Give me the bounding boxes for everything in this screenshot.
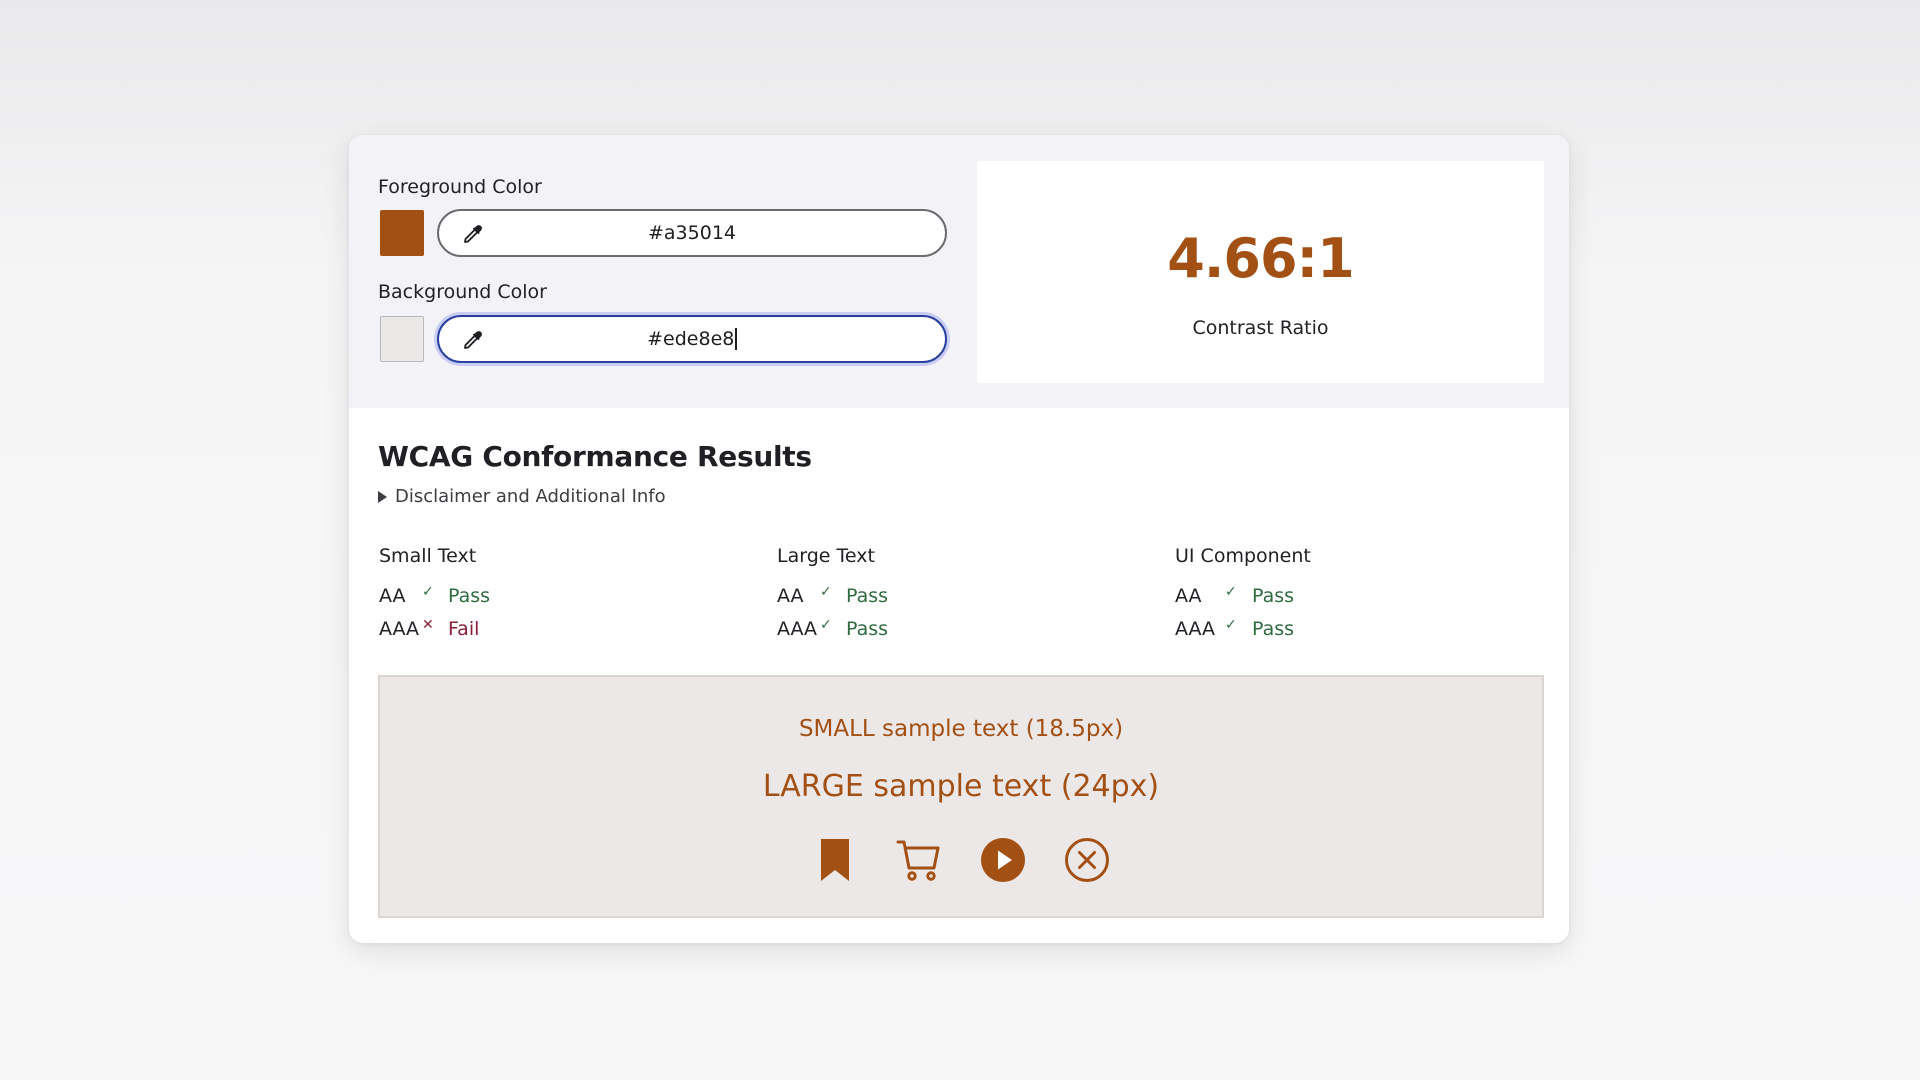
level-label: AA [379, 585, 406, 607]
result-status: Pass [448, 585, 491, 607]
foreground-hex-value: #a35014 [647, 222, 736, 244]
contrast-ratio-caption: Contrast Ratio [1192, 317, 1329, 339]
color-inputs-panel: Foreground Color #a35014 Background Colo… [349, 135, 1569, 408]
sample-preview: SMALL sample text (18.5px) LARGE sample … [378, 675, 1544, 918]
background-hex-value: #ede8e8 [647, 328, 735, 350]
column-heading: Small Text [379, 545, 477, 567]
column-heading: UI Component [1175, 545, 1311, 567]
foreground-swatch[interactable] [380, 210, 424, 256]
results-column-large-text: Large Text AA ✓ Pass AAA ✓ Pass [777, 545, 1157, 651]
large-sample-text: LARGE sample text (24px) [762, 769, 1160, 804]
level-label: AA [1175, 585, 1202, 607]
disclaimer-toggle[interactable]: Disclaimer and Additional Info [378, 486, 666, 507]
result-row: AAA ✕ Fail [379, 617, 759, 651]
result-status: Pass [1252, 618, 1295, 640]
result-status: Fail [448, 618, 480, 640]
check-icon: ✓ [1225, 584, 1237, 600]
foreground-label: Foreground Color [378, 176, 542, 198]
contrast-ratio-box: 4.66:1 Contrast Ratio [977, 161, 1544, 383]
level-label: AAA [777, 618, 818, 640]
result-row: AAA ✓ Pass [1175, 617, 1555, 651]
level-label: AAA [1175, 618, 1216, 640]
background-hex-wrap: #ede8e8 [439, 317, 945, 361]
play-circle-icon [981, 838, 1025, 882]
sample-icons [380, 837, 1542, 883]
contrast-ratio-value: 4.66:1 [1167, 227, 1354, 290]
result-status: Pass [846, 618, 889, 640]
result-row: AAA ✓ Pass [777, 617, 1157, 651]
result-status: Pass [846, 585, 889, 607]
results-title: WCAG Conformance Results [378, 440, 812, 473]
level-label: AAA [379, 618, 420, 640]
result-row: AA ✓ Pass [1175, 584, 1555, 618]
check-icon: ✓ [1225, 617, 1237, 633]
background-swatch[interactable] [380, 316, 424, 362]
check-icon: ✓ [820, 584, 832, 600]
disclosure-triangle-icon[interactable] [378, 490, 387, 503]
contrast-checker-card: Foreground Color #a35014 Background Colo… [349, 135, 1569, 943]
close-circle-icon [1065, 838, 1109, 882]
text-caret [735, 328, 737, 350]
cross-icon: ✕ [422, 617, 434, 633]
level-label: AA [777, 585, 804, 607]
result-row: AA ✓ Pass [379, 584, 759, 618]
result-status: Pass [1252, 585, 1295, 607]
check-icon: ✓ [422, 584, 434, 600]
results-column-ui-component: UI Component AA ✓ Pass AAA ✓ Pass [1175, 545, 1555, 651]
background-label: Background Color [378, 281, 547, 303]
bookmark-icon [821, 839, 849, 881]
foreground-input[interactable]: #a35014 [437, 209, 947, 257]
check-icon: ✓ [820, 617, 832, 633]
results-column-small-text: Small Text AA ✓ Pass AAA ✕ Fail [379, 545, 759, 651]
background-input[interactable]: #ede8e8 [437, 315, 947, 363]
small-sample-text: SMALL sample text (18.5px) [798, 716, 1124, 742]
cart-icon [896, 840, 940, 881]
column-heading: Large Text [777, 545, 875, 567]
disclaimer-label: Disclaimer and Additional Info [395, 486, 666, 507]
result-row: AA ✓ Pass [777, 584, 1157, 618]
